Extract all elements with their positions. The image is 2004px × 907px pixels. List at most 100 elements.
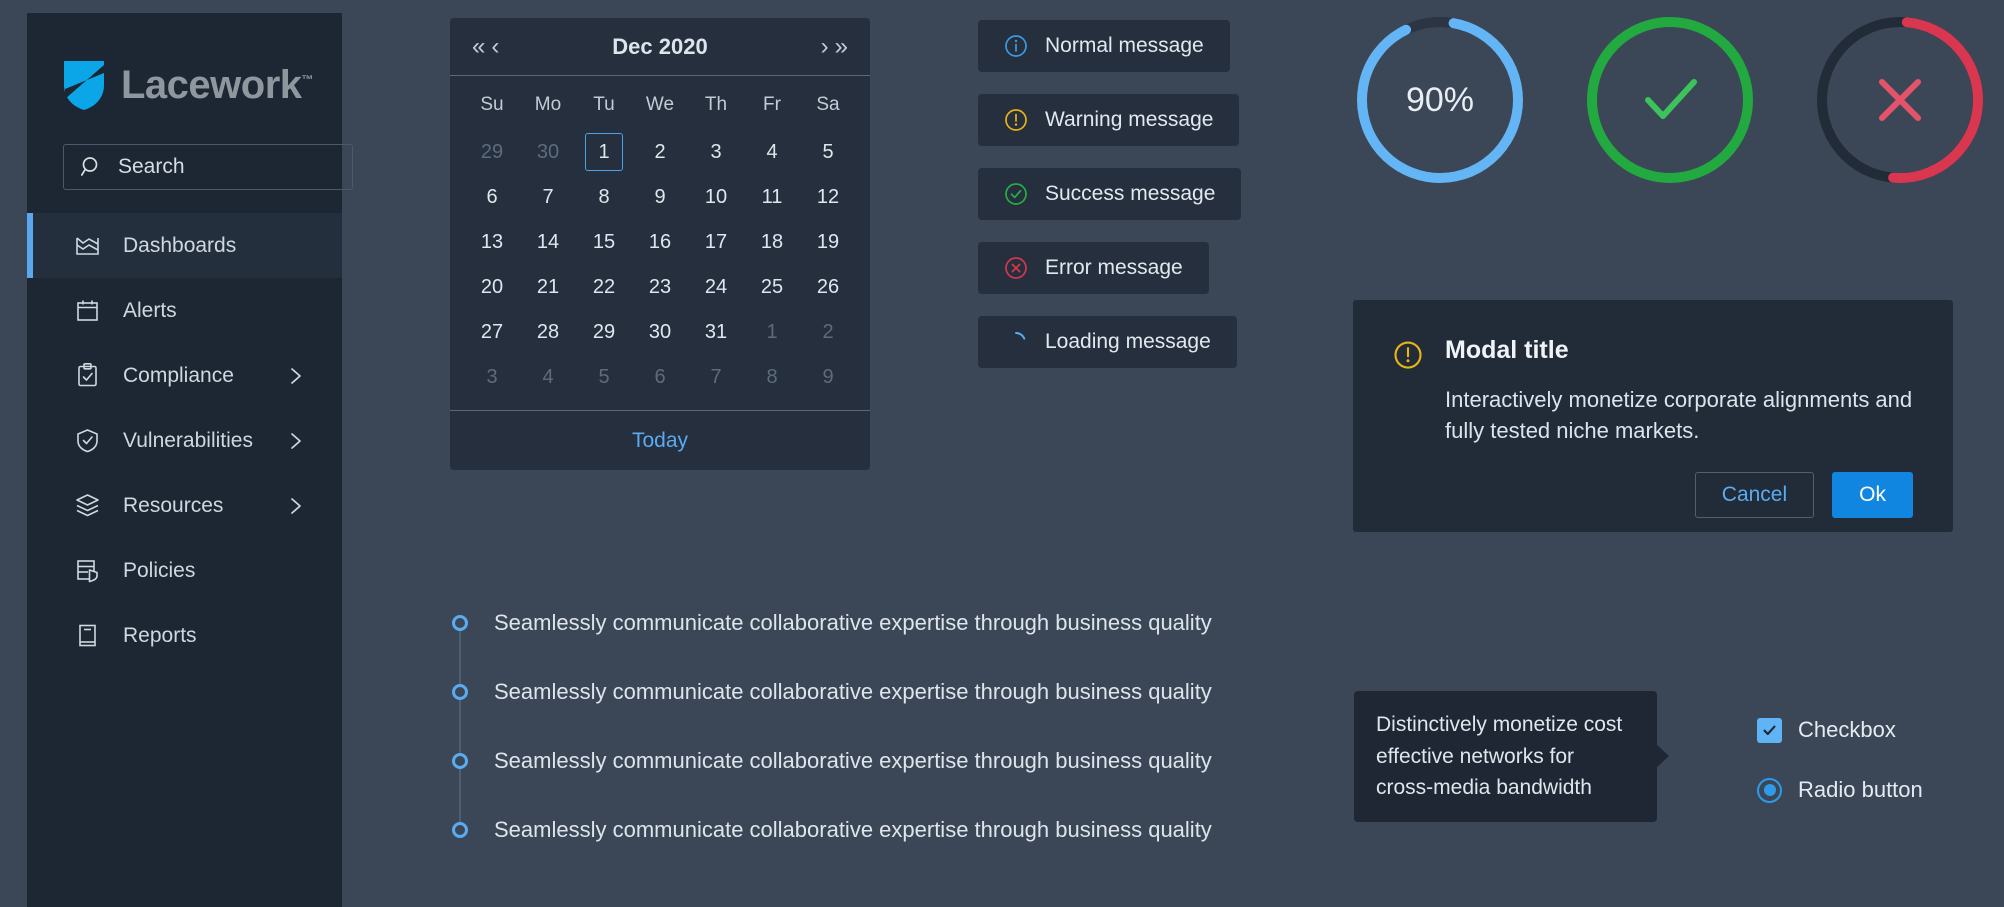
info-circle-icon (1005, 35, 1027, 57)
timeline-item[interactable]: Seamlessly communicate collaborative exp… (450, 795, 1212, 864)
progress-value: 90% (1405, 80, 1475, 119)
cancel-button[interactable]: Cancel (1694, 472, 1815, 519)
progress-ring (1817, 17, 1983, 183)
sidebar-item-compliance[interactable]: Compliance (27, 343, 342, 408)
calendar-day[interactable]: 12 (800, 175, 856, 220)
calendar-day[interactable]: 4 (520, 355, 576, 400)
check-icon (1645, 79, 1697, 119)
sidebar-item-reports[interactable]: Reports (27, 603, 342, 668)
calendar-day[interactable]: 30 (520, 130, 576, 175)
calendar-grid: Su Mo Tu We Th Fr Sa 29 30 1 2 3 4 5 6 7… (450, 76, 870, 410)
timeline-dot-icon (452, 821, 468, 838)
brand-logo[interactable]: Lacework™ (27, 13, 342, 111)
calendar-day[interactable]: 3 (688, 130, 744, 175)
calendar-day[interactable]: 7 (688, 355, 744, 400)
message-loading[interactable]: Loading message (978, 316, 1237, 368)
calendar-day[interactable]: 18 (744, 220, 800, 265)
calendar-day[interactable]: 24 (688, 265, 744, 310)
weekday-header: Su (480, 94, 504, 115)
calendar-day[interactable]: 13 (464, 220, 520, 265)
brand-trademark: ™ (301, 72, 314, 87)
calendar-day[interactable]: 22 (576, 265, 632, 310)
sidebar-item-label: Reports (123, 623, 197, 647)
calendar-day[interactable]: 6 (632, 355, 688, 400)
calendar-day[interactable]: 3 (464, 355, 520, 400)
date-picker: « ‹ Dec 2020 › » Su Mo Tu We Th Fr Sa 29… (450, 18, 870, 470)
sidebar-item-alerts[interactable]: Alerts (27, 278, 342, 343)
sidebar-item-label: Alerts (123, 298, 177, 322)
calendar-day[interactable]: 2 (632, 130, 688, 175)
calendar-day[interactable]: 26 (800, 265, 856, 310)
calendar-day[interactable]: 5 (576, 355, 632, 400)
radio-input[interactable] (1757, 777, 1782, 803)
timeline-item-label: Seamlessly communicate collaborative exp… (494, 747, 1212, 773)
message-success[interactable]: Success message (978, 168, 1242, 220)
message-error[interactable]: Error message (978, 242, 1209, 294)
calendar-footer: Today (450, 410, 870, 470)
calendar-day[interactable]: 27 (464, 310, 520, 355)
progress-circles: 90% (1350, 10, 1990, 190)
weekday-header: Fr (763, 94, 781, 115)
calendar-day[interactable]: 25 (744, 265, 800, 310)
modal-header: Modal title (1393, 336, 1913, 370)
calendar-day[interactable]: 30 (632, 310, 688, 355)
radio-row[interactable]: Radio button (1757, 760, 1923, 820)
calendar-day[interactable]: 7 (520, 175, 576, 220)
checkbox-row[interactable]: Checkbox (1757, 700, 1923, 760)
calendar-day[interactable]: 31 (688, 310, 744, 355)
chevron-right-icon (291, 497, 301, 514)
x-icon (1879, 79, 1921, 121)
calendar-day[interactable]: 16 (632, 220, 688, 265)
calendar-day[interactable]: 8 (576, 175, 632, 220)
next-month-button[interactable]: › (821, 34, 829, 59)
radio-label: Radio button (1798, 777, 1923, 802)
timeline-dot-icon (452, 683, 468, 700)
calendar-title[interactable]: Dec 2020 (499, 34, 820, 60)
today-button[interactable]: Today (632, 429, 688, 453)
search-placeholder: Search (118, 155, 185, 178)
sidebar-item-policies[interactable]: Policies (27, 538, 342, 603)
calendar-day[interactable]: 21 (520, 265, 576, 310)
calendar-header: « ‹ Dec 2020 › » (450, 18, 870, 76)
calendar-day[interactable]: 1 (744, 310, 800, 355)
calendar-day[interactable]: 5 (800, 130, 856, 175)
sidebar-item-resources[interactable]: Resources (27, 473, 342, 538)
calendar-day[interactable]: 29 (576, 310, 632, 355)
calendar-day[interactable]: 2 (800, 310, 856, 355)
calendar-day[interactable]: 11 (744, 175, 800, 220)
weekday-header: Mo (534, 94, 562, 115)
timeline-item[interactable]: Seamlessly communicate collaborative exp… (450, 657, 1212, 726)
calendar-day[interactable]: 14 (520, 220, 576, 265)
message-normal[interactable]: Normal message (978, 20, 1230, 72)
calendar-day[interactable]: 23 (632, 265, 688, 310)
calendar-day[interactable]: 9 (632, 175, 688, 220)
brand-wordmark: Lacework™ (121, 63, 314, 108)
check-icon (1763, 725, 1776, 735)
calendar-day[interactable]: 20 (464, 265, 520, 310)
ok-button[interactable]: Ok (1832, 472, 1913, 519)
search-input[interactable]: Search (63, 144, 353, 190)
timeline-item[interactable]: Seamlessly communicate collaborative exp… (450, 588, 1212, 657)
prev-year-button[interactable]: « (472, 34, 485, 59)
checkbox-input[interactable] (1757, 717, 1782, 743)
calendar-day-selected[interactable]: 1 (576, 130, 632, 175)
sidebar-item-label: Resources (123, 493, 224, 517)
sidebar-item-dashboards[interactable]: Dashboards (27, 213, 342, 278)
sidebar-item-vulnerabilities[interactable]: Vulnerabilities (27, 408, 342, 473)
next-year-button[interactable]: » (835, 34, 848, 59)
message-warning[interactable]: Warning message (978, 94, 1240, 146)
timeline-item[interactable]: Seamlessly communicate collaborative exp… (450, 726, 1212, 795)
prev-month-button[interactable]: ‹ (491, 34, 499, 59)
tooltip-text: Distinctively monetize cost effective ne… (1376, 713, 1623, 799)
calendar-day[interactable]: 4 (744, 130, 800, 175)
calendar-day[interactable]: 15 (576, 220, 632, 265)
calendar-day[interactable]: 6 (464, 175, 520, 220)
calendar-day[interactable]: 8 (744, 355, 800, 400)
timeline: Seamlessly communicate collaborative exp… (450, 588, 1212, 864)
calendar-day[interactable]: 29 (464, 130, 520, 175)
calendar-day[interactable]: 10 (688, 175, 744, 220)
calendar-day[interactable]: 19 (800, 220, 856, 265)
calendar-day[interactable]: 17 (688, 220, 744, 265)
calendar-day[interactable]: 28 (520, 310, 576, 355)
calendar-day[interactable]: 9 (800, 355, 856, 400)
